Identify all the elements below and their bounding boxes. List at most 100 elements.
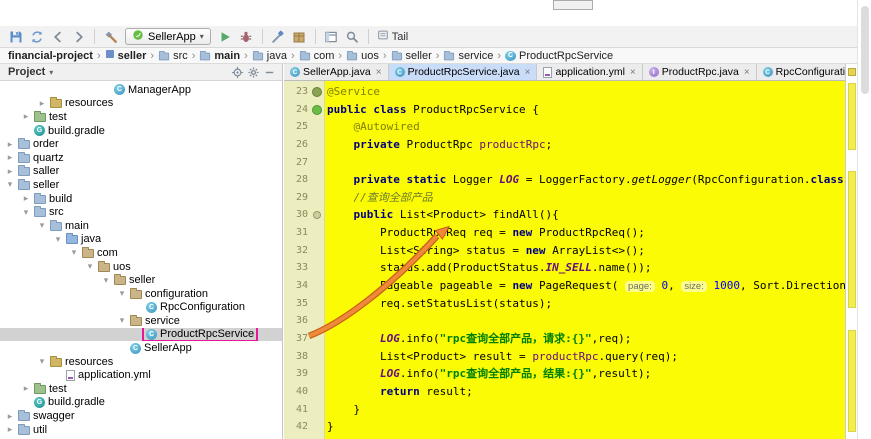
- chevron-collapsed-icon[interactable]: ▸: [20, 193, 32, 204]
- forward-icon[interactable]: [69, 28, 88, 46]
- chevron-expanded-icon[interactable]: ▾: [100, 275, 112, 286]
- debug-icon[interactable]: [237, 28, 256, 46]
- tree-item-build[interactable]: ▸ build: [0, 192, 282, 206]
- chevron-collapsed-icon[interactable]: ▸: [4, 139, 16, 150]
- gear-icon[interactable]: [245, 65, 261, 80]
- run-config-dropdown[interactable]: SellerApp ▾: [125, 28, 211, 45]
- folder-src-icon: [66, 233, 78, 245]
- breadcrumb-item-financial-project[interactable]: financial-project: [8, 50, 93, 62]
- screwdriver-icon[interactable]: [269, 28, 288, 46]
- tab-ProductRpc.java[interactable]: I ProductRpc.java ×: [643, 64, 757, 80]
- chevron-expanded-icon[interactable]: ▾: [116, 315, 128, 326]
- breadcrumb-item-seller[interactable]: seller: [105, 49, 147, 62]
- close-icon[interactable]: ×: [525, 67, 531, 78]
- save-icon[interactable]: [6, 28, 25, 46]
- scrollbar-thumb[interactable]: [861, 6, 869, 94]
- tree-item-main[interactable]: ▾ main: [0, 219, 282, 233]
- sync-icon[interactable]: [27, 28, 46, 46]
- package-icon[interactable]: [290, 28, 309, 46]
- close-icon[interactable]: ×: [376, 67, 382, 78]
- chevron-expanded-icon[interactable]: ▾: [84, 261, 96, 272]
- bean-method-icon[interactable]: [313, 211, 321, 220]
- tree-item-label: util: [33, 423, 48, 436]
- run-icon[interactable]: [216, 28, 235, 46]
- breadcrumb-item-java[interactable]: java: [252, 50, 287, 62]
- chevron-collapsed-icon[interactable]: ▸: [4, 152, 16, 163]
- tree-item-test[interactable]: ▸ test: [0, 382, 282, 396]
- minus-icon[interactable]: [261, 65, 277, 80]
- chevron-down-icon[interactable]: ▾: [49, 68, 53, 77]
- breadcrumb-item-seller[interactable]: seller: [391, 50, 432, 62]
- tree-item-SellerApp[interactable]: C SellerApp: [0, 341, 282, 355]
- tree-item-java[interactable]: ▾ java: [0, 233, 282, 247]
- breadcrumb-item-uos[interactable]: uos: [346, 50, 379, 62]
- code-editor[interactable]: 23 @Service 24 public class ProductRpcServi…: [284, 81, 845, 439]
- locate-icon[interactable]: [229, 65, 245, 80]
- search-icon[interactable]: [343, 28, 362, 46]
- chevron-collapsed-icon[interactable]: ▸: [20, 383, 32, 394]
- breadcrumb-item-service[interactable]: service: [443, 50, 493, 62]
- tree-item-src[interactable]: ▾ src: [0, 205, 282, 219]
- close-icon[interactable]: ×: [630, 67, 636, 78]
- code-line-38: 38 List<Product> result = productRpc.que…: [284, 348, 845, 366]
- tree-item-labelwrap: configuration: [128, 287, 210, 300]
- breadcrumb-item-src[interactable]: src: [158, 50, 188, 62]
- close-icon[interactable]: ×: [744, 67, 750, 78]
- tree-item-ManagerApp[interactable]: C ManagerApp: [0, 83, 282, 97]
- tree-item-application.yml[interactable]: application.yml: [0, 368, 282, 382]
- chevron-collapsed-icon[interactable]: ▸: [20, 111, 32, 122]
- chevron-collapsed-icon[interactable]: ▸: [36, 98, 48, 109]
- tree-item-build.gradle[interactable]: Gbuild.gradle: [0, 124, 282, 138]
- error-stripe[interactable]: [845, 64, 857, 439]
- chevron-expanded-icon[interactable]: ▾: [36, 356, 48, 367]
- tree-item-ProductRpcService[interactable]: C ProductRpcService: [0, 327, 282, 342]
- tab-ProductRpcService.java[interactable]: C ProductRpcService.java ×: [388, 64, 538, 80]
- tree-item-resources[interactable]: ▾ resources: [0, 355, 282, 369]
- tree-item-com[interactable]: ▾ com: [0, 246, 282, 260]
- tree-item-quartz[interactable]: ▸ quartz: [0, 151, 282, 165]
- chevron-collapsed-icon[interactable]: ▸: [4, 424, 16, 435]
- tree-item-build.gradle[interactable]: Gbuild.gradle: [0, 396, 282, 410]
- hammer-icon[interactable]: [101, 28, 120, 46]
- tree-item-configuration[interactable]: ▾ configuration: [0, 287, 282, 301]
- chevron-expanded-icon[interactable]: ▾: [4, 179, 16, 190]
- tree-item-saller[interactable]: ▸ saller: [0, 165, 282, 179]
- run-config-label: SellerApp: [148, 30, 196, 43]
- tree-item-seller[interactable]: ▾ seller: [0, 178, 282, 192]
- back-icon[interactable]: [48, 28, 67, 46]
- chevron-expanded-icon[interactable]: ▾: [68, 247, 80, 258]
- tree-item-label: ManagerApp: [128, 83, 191, 96]
- spring-bean-icon[interactable]: [312, 87, 322, 97]
- tree-item-service[interactable]: ▾ service: [0, 314, 282, 328]
- chevron-expanded-icon[interactable]: ▾: [116, 288, 128, 299]
- tree-item-order[interactable]: ▸ order: [0, 137, 282, 151]
- chevron-collapsed-icon[interactable]: ▸: [4, 411, 16, 422]
- tree-item-resources[interactable]: ▸ resources: [0, 97, 282, 111]
- code-text: @Autowired: [353, 120, 420, 134]
- chevron-expanded-icon[interactable]: ▾: [36, 220, 48, 231]
- tree-item-swagger[interactable]: ▸ swagger: [0, 409, 282, 423]
- breadcrumb-item-ProductRpcService[interactable]: C ProductRpcService: [504, 50, 613, 62]
- class-icon: C: [146, 328, 157, 340]
- breadcrumb-label: seller: [117, 49, 147, 62]
- project-tree[interactable]: C ManagerApp ▸ resources ▸ test Gbuild.gradle ▸…: [0, 81, 282, 439]
- tree-item-util[interactable]: ▸ util: [0, 423, 282, 437]
- chevron-collapsed-icon[interactable]: ▸: [4, 166, 16, 177]
- tab-SellerApp.java[interactable]: C SellerApp.java ×: [284, 64, 389, 80]
- spring-boot-run-icon[interactable]: [312, 104, 322, 115]
- chevron-expanded-icon[interactable]: ▾: [20, 207, 32, 218]
- line-number: 40: [295, 385, 308, 397]
- tree-item-RpcConfiguration[interactable]: C RpcConfiguration: [0, 301, 282, 315]
- package-icon: [130, 314, 142, 326]
- tab-RpcConfiguration.java[interactable]: CRpcConfiguration.java×: [757, 64, 845, 80]
- tree-item-uos[interactable]: ▾ uos: [0, 260, 282, 274]
- tree-item-test[interactable]: ▸ test: [0, 110, 282, 124]
- tree-item-seller[interactable]: ▾ seller: [0, 273, 282, 287]
- breadcrumb-item-com[interactable]: com: [299, 50, 334, 62]
- window-icon[interactable]: [322, 28, 341, 46]
- tab-application.yml[interactable]: application.yml ×: [537, 64, 643, 80]
- tail-toolbar-item[interactable]: Tail: [377, 29, 408, 44]
- folder-icon: [346, 50, 358, 60]
- breadcrumb-item-main[interactable]: main: [199, 50, 240, 62]
- chevron-expanded-icon[interactable]: ▾: [52, 234, 64, 245]
